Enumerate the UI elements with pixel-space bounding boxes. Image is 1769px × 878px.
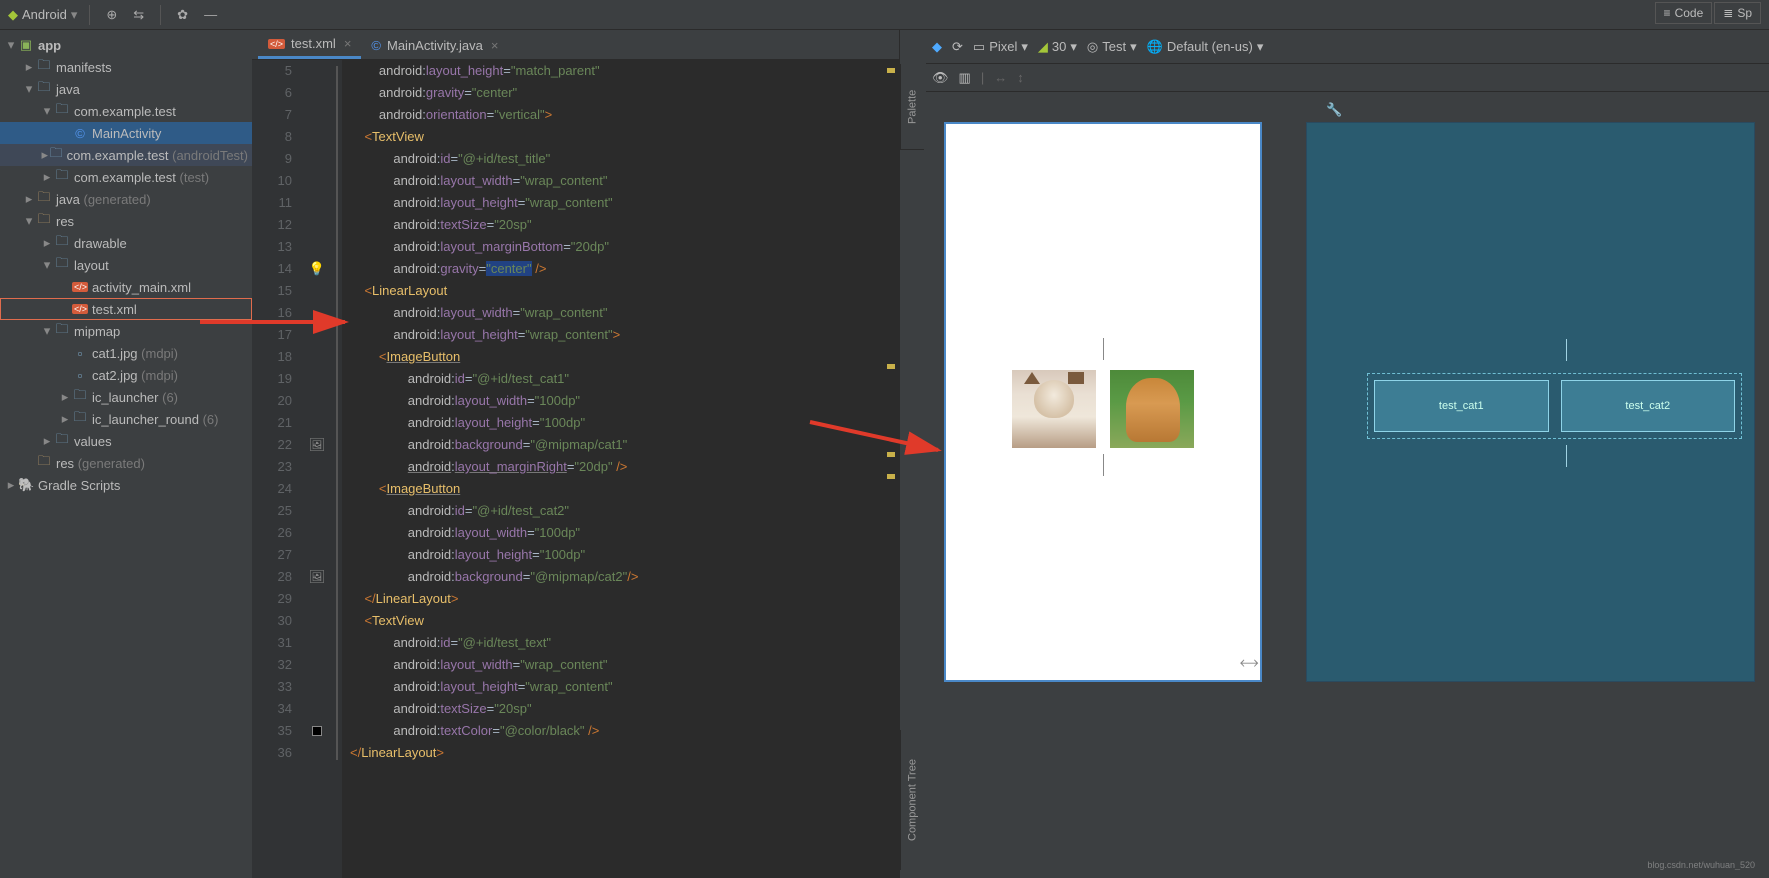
tree-node-drawable[interactable]: ▸🗀drawable <box>0 232 252 254</box>
surface-select-icon[interactable]: ◆ <box>932 39 942 55</box>
view-mode-split[interactable]: ≣Sp <box>1714 2 1761 24</box>
tree-node-pkg-unittest[interactable]: ▸🗀com.example.test (test) <box>0 166 252 188</box>
gutter-icon-column: 💡🖼🖼 <box>300 60 334 878</box>
project-view-selector[interactable]: Android <box>22 7 67 22</box>
collapse-icon[interactable]: — <box>204 7 217 22</box>
tree-node-gradle[interactable]: ▸🐘Gradle Scripts <box>0 474 252 496</box>
chevron-down-icon: ▾ <box>71 7 78 23</box>
blueprint-imagebutton-1[interactable]: test_cat1 <box>1374 380 1549 432</box>
tree-node-java-generated[interactable]: ▸🗀java (generated) <box>0 188 252 210</box>
tab-test-xml[interactable]: </>test.xml× <box>258 31 361 59</box>
preview-imagebutton-cat2[interactable] <box>1110 370 1194 448</box>
blueprint-toggle-icon[interactable]: ▥ <box>959 70 971 86</box>
tree-node-values[interactable]: ▸🗀values <box>0 430 252 452</box>
tree-node-test-xml[interactable]: </>test.xml <box>0 298 252 320</box>
watermark: blog.csdn.net/wuhuan_520 <box>1647 860 1755 870</box>
tree-node-ic-launcher-round[interactable]: ▸🗀ic_launcher_round (6) <box>0 408 252 430</box>
android-logo-icon: ◆ <box>8 7 18 23</box>
editor-tabs: </>test.xml× ©MainActivity.java× <box>252 30 899 60</box>
code-editor[interactable]: 5678910111213141516171819202122232425262… <box>252 60 899 878</box>
designer-toolbar: ◆ ⟳ ▭ Pixel ▾ ◢ 30 ▾ ◎ Test ▾ 🌐 Default … <box>926 30 1769 64</box>
pan-left-icon[interactable]: ↔ <box>994 70 1007 85</box>
tree-node-pkg-androidtest[interactable]: ▸🗀com.example.test (androidTest) <box>0 144 252 166</box>
api-picker[interactable]: ◢ 30 ▾ <box>1038 39 1077 55</box>
preview-imagebutton-cat1[interactable] <box>1012 370 1096 448</box>
designer-toolbar-2: 👁 ▥ | ↔ ↕ <box>926 64 1769 92</box>
tree-node-res-generated[interactable]: 🗀res (generated) <box>0 452 252 474</box>
tree-node-activity-main[interactable]: </>activity_main.xml <box>0 276 252 298</box>
tree-node-ic-launcher[interactable]: ▸🗀ic_launcher (6) <box>0 386 252 408</box>
tree-node-mainactivity[interactable]: ©MainActivity <box>0 122 252 144</box>
scroll-from-source-icon[interactable]: ⇆ <box>133 7 144 23</box>
tree-node-manifests[interactable]: ▸🗀manifests <box>0 56 252 78</box>
close-icon[interactable]: × <box>344 36 352 51</box>
close-icon[interactable]: × <box>491 38 499 53</box>
blueprint-linearlayout[interactable]: test_cat1 test_cat2 <box>1367 373 1742 439</box>
tree-node-app[interactable]: ▾▣app <box>0 34 252 56</box>
tab-mainactivity[interactable]: ©MainActivity.java× <box>361 31 508 59</box>
tree-node-cat2[interactable]: ▫cat2.jpg (mdpi) <box>0 364 252 386</box>
device-picker[interactable]: ▭ Pixel ▾ <box>973 39 1028 55</box>
design-surface[interactable]: ⤡ <box>944 122 1262 682</box>
blueprint-imagebutton-2[interactable]: test_cat2 <box>1561 380 1736 432</box>
tree-node-pkg-main[interactable]: ▾🗀com.example.test <box>0 100 252 122</box>
gear-icon[interactable]: ✿ <box>177 7 188 23</box>
view-options-icon[interactable]: 👁 <box>932 70 949 86</box>
orientation-icon[interactable]: ⟳ <box>952 39 963 55</box>
pan-up-icon[interactable]: ↕ <box>1017 70 1024 85</box>
view-mode-code[interactable]: ≡Code <box>1655 2 1713 24</box>
layout-designer: ≡Code ≣Sp ◆ ⟳ ▭ Pixel ▾ ◢ 30 ▾ ◎ Test ▾ … <box>899 30 1769 878</box>
tree-node-cat1[interactable]: ▫cat1.jpg (mdpi) <box>0 342 252 364</box>
error-stripe[interactable] <box>885 60 895 878</box>
tree-node-java[interactable]: ▾🗀java <box>0 78 252 100</box>
tree-node-layout[interactable]: ▾🗀layout <box>0 254 252 276</box>
tree-node-mipmap[interactable]: ▾🗀mipmap <box>0 320 252 342</box>
locale-picker[interactable]: 🌐 Default (en-us) ▾ <box>1147 39 1264 55</box>
main-toolbar: ◆ Android ▾ ⊕ ⇆ ✿ — <box>0 0 1769 30</box>
target-icon[interactable]: ⊕ <box>106 7 117 23</box>
fold-bar[interactable] <box>334 60 342 878</box>
tree-node-res[interactable]: ▾🗀res <box>0 210 252 232</box>
resize-handle-icon[interactable]: ⤡ <box>1236 651 1261 676</box>
wrench-icon[interactable]: 🔧 <box>1326 102 1342 118</box>
blueprint-surface[interactable]: test_cat1 test_cat2 <box>1306 122 1755 682</box>
line-number-gutter: 5678910111213141516171819202122232425262… <box>252 60 300 878</box>
project-tool-window[interactable]: ▾▣app ▸🗀manifests ▾🗀java ▾🗀com.example.t… <box>0 30 252 878</box>
theme-picker[interactable]: ◎ Test ▾ <box>1087 39 1137 55</box>
